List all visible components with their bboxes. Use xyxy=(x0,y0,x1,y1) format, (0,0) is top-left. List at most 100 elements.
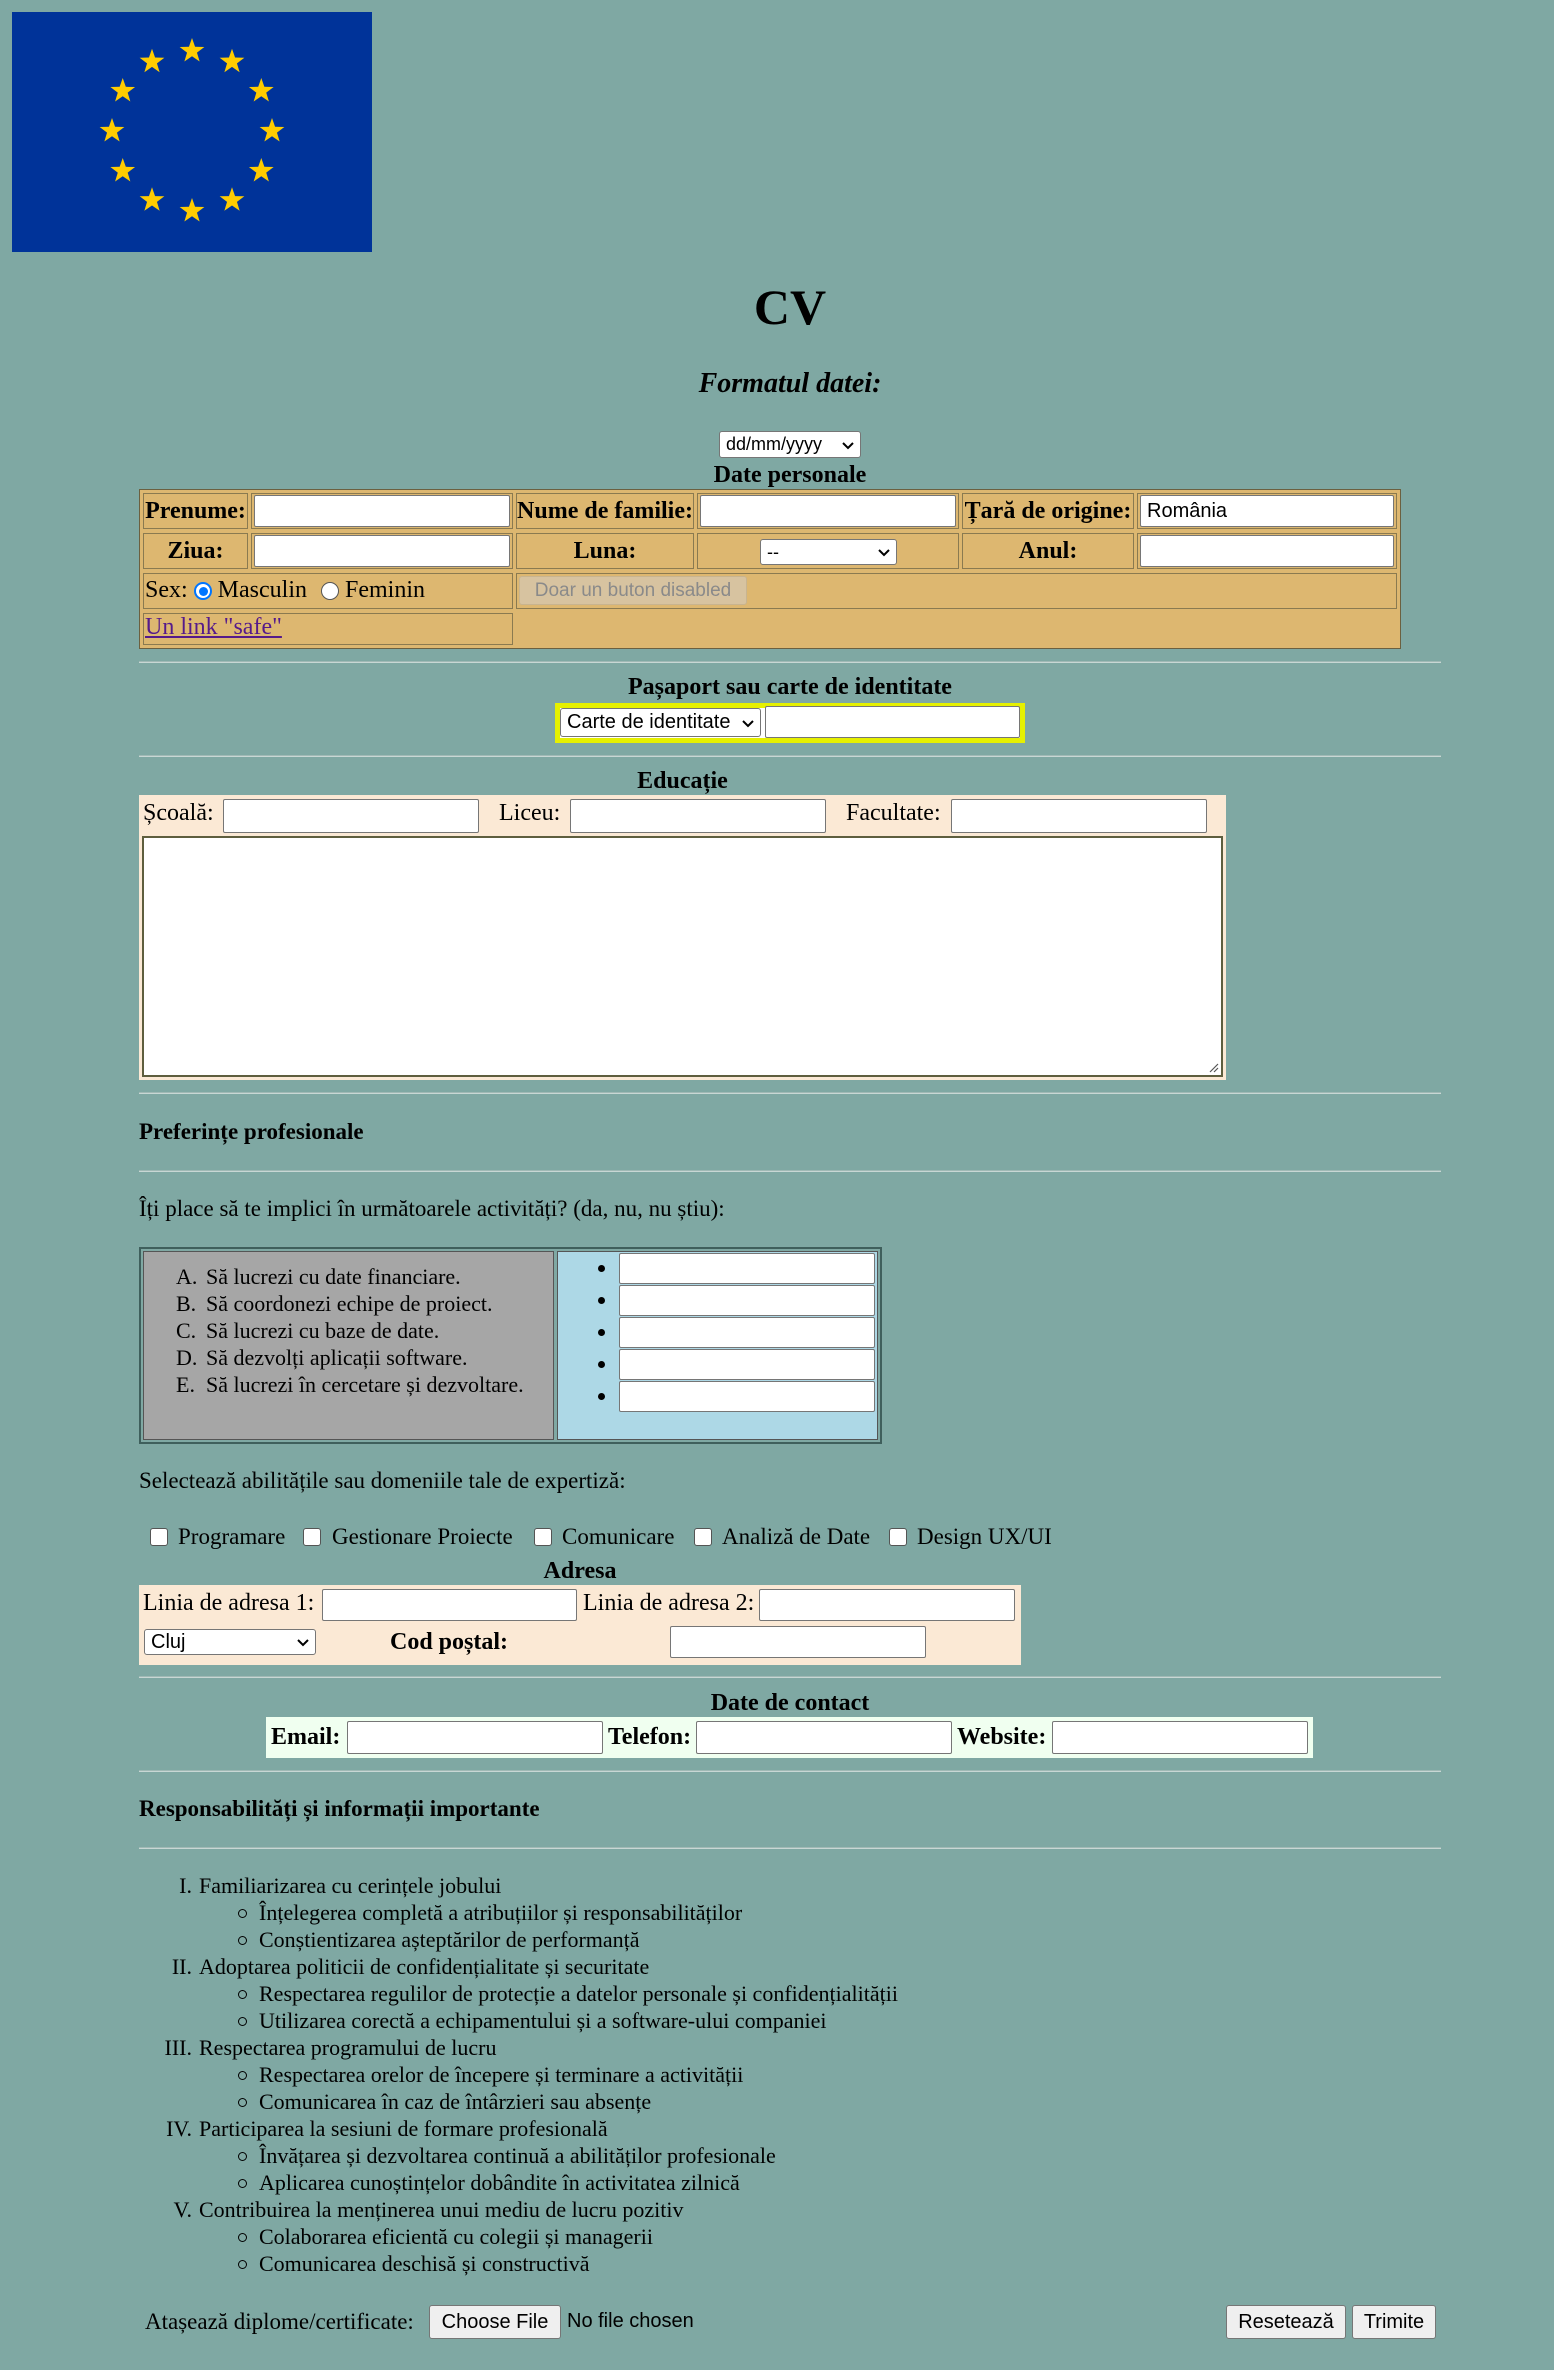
activity-marker: A. xyxy=(176,1264,198,1289)
document-type-select[interactable]: Carte de identitate xyxy=(560,708,761,737)
sex-radio-masculin[interactable] xyxy=(193,581,212,600)
activity-answer-input[interactable] xyxy=(619,1253,875,1284)
responsibility-subitem: Respectarea regulilor de protecție a dat… xyxy=(259,1981,898,2006)
star-icon xyxy=(179,198,205,222)
star-icon xyxy=(110,158,136,182)
activity-item: Să lucrezi în cercetare și dezvoltare. xyxy=(206,1372,524,1397)
divider xyxy=(139,1092,1441,1094)
day-input[interactable] xyxy=(254,535,510,567)
last-name-label: Nume de familie: xyxy=(516,493,694,529)
skill-checkbox[interactable] xyxy=(150,1528,168,1546)
responsibility-subitem: Comunicarea deschisă și constructivă xyxy=(259,2251,590,2276)
activity-marker: D. xyxy=(176,1345,198,1370)
city-select[interactable]: Cluj xyxy=(144,1629,316,1655)
last-name-input[interactable] xyxy=(700,495,956,527)
activity-answer-input[interactable] xyxy=(619,1317,875,1348)
year-input[interactable] xyxy=(1140,535,1394,567)
submit-button[interactable]: Trimite xyxy=(1352,2305,1436,2339)
skill-checkbox[interactable] xyxy=(694,1528,712,1546)
country-input[interactable] xyxy=(1140,495,1394,527)
activity-marker: C. xyxy=(176,1318,197,1343)
school-input[interactable] xyxy=(223,799,479,833)
divider xyxy=(139,755,1441,757)
passport-heading: Pașaport sau carte de identitate xyxy=(628,674,952,700)
preferences-heading: Preferințe profesionale xyxy=(139,1119,364,1144)
responsibility-subitem: Înțelegerea completă a atribuțiilor și r… xyxy=(259,1900,743,1925)
responsibility-marker: IV. xyxy=(166,2116,192,2141)
circle-bullet-icon xyxy=(238,2098,247,2107)
circle-bullet-icon xyxy=(238,1909,247,1918)
skill-checkbox[interactable] xyxy=(889,1528,907,1546)
postal-code-input[interactable] xyxy=(670,1626,926,1658)
date-format-select[interactable]: dd/mm/yyyy xyxy=(719,431,861,458)
responsibility-subitem: Utilizarea corectă a echipamentului și a… xyxy=(259,2008,827,2033)
website-input[interactable] xyxy=(1052,1721,1308,1754)
bullet-icon xyxy=(598,1393,605,1400)
responsibility-subitem: Conștientizarea așteptărilor de performa… xyxy=(259,1927,640,1952)
star-icon xyxy=(248,78,274,102)
address-line2-input[interactable] xyxy=(759,1589,1015,1621)
responsibilities-heading: Responsabilități și informații important… xyxy=(139,1796,540,1821)
star-icon xyxy=(179,38,205,62)
divider xyxy=(139,661,1441,663)
highschool-input[interactable] xyxy=(570,799,826,833)
phone-label: Telefon: xyxy=(608,1724,692,1750)
bullet-icon xyxy=(598,1329,605,1336)
activity-item: Să lucrezi cu date financiare. xyxy=(206,1264,461,1289)
country-label: Țară de origine: xyxy=(962,493,1134,529)
date-format-heading: Formatul datei: xyxy=(698,368,882,399)
faculty-input[interactable] xyxy=(951,799,1207,833)
divider xyxy=(139,1676,1441,1678)
safe-link[interactable]: Un link "safe" xyxy=(145,614,282,641)
divider xyxy=(139,1847,1441,1849)
address-line1-input[interactable] xyxy=(322,1589,577,1621)
chevron-down-icon xyxy=(842,441,854,449)
activity-answer-input[interactable] xyxy=(619,1349,875,1380)
address-line2-label: Linia de adresa 2: xyxy=(583,1590,755,1616)
day-label: Ziua: xyxy=(143,533,248,569)
month-select[interactable]: -- xyxy=(760,539,897,565)
reset-button[interactable]: Resetează xyxy=(1226,2305,1346,2339)
activity-marker: B. xyxy=(176,1291,197,1316)
responsibility-item: Respectarea programului de lucru xyxy=(199,2035,497,2060)
responsibility-subitem: Învățarea și dezvoltarea continuă a abil… xyxy=(259,2143,776,2168)
activity-item: Să lucrezi cu baze de date. xyxy=(206,1318,440,1343)
star-icon xyxy=(139,48,165,73)
skill-checkbox[interactable] xyxy=(303,1528,321,1546)
highschool-label: Liceu: xyxy=(499,800,561,826)
circle-bullet-icon xyxy=(238,2071,247,2080)
no-file-text: No file chosen xyxy=(567,2310,694,2332)
star-icon xyxy=(99,118,125,142)
school-label: Școală: xyxy=(143,800,214,826)
education-textarea[interactable] xyxy=(142,836,1223,1077)
first-name-input[interactable] xyxy=(254,495,510,527)
circle-bullet-icon xyxy=(238,1936,247,1945)
activity-answer-input[interactable] xyxy=(619,1381,875,1412)
chevron-down-icon xyxy=(878,549,890,557)
skill-checkbox[interactable] xyxy=(534,1528,552,1546)
star-icon xyxy=(139,187,165,211)
bullet-icon xyxy=(598,1297,605,1304)
email-input[interactable] xyxy=(347,1721,603,1754)
phone-input[interactable] xyxy=(696,1721,952,1754)
circle-bullet-icon xyxy=(238,2179,247,2188)
city-value: Cluj xyxy=(151,1630,186,1653)
month-value: -- xyxy=(767,541,779,562)
date-format-value: dd/mm/yyyy xyxy=(726,434,823,454)
choose-file-button[interactable]: Choose File xyxy=(429,2305,561,2339)
skill-label: Comunicare xyxy=(562,1524,675,1549)
sex-radio-feminin[interactable] xyxy=(321,581,339,600)
circle-bullet-icon xyxy=(238,2260,247,2269)
postal-code-label: Cod poștal: xyxy=(390,1629,509,1655)
website-label: Website: xyxy=(957,1724,1047,1750)
responsibility-subitem: Colaborarea eficientă cu colegii și mana… xyxy=(259,2224,653,2249)
first-name-label: Prenume: xyxy=(143,493,248,529)
faculty-label: Facultate: xyxy=(846,800,941,826)
activity-answer-input[interactable] xyxy=(619,1285,875,1316)
sex-label: Sex: xyxy=(145,577,188,603)
responsibility-item: Participarea la sesiuni de formare profe… xyxy=(199,2116,608,2141)
document-number-input[interactable] xyxy=(765,706,1020,738)
responsibility-marker: II. xyxy=(171,1954,192,1979)
activity-item: Să dezvolți aplicații software. xyxy=(206,1345,468,1370)
star-icon xyxy=(248,158,274,182)
